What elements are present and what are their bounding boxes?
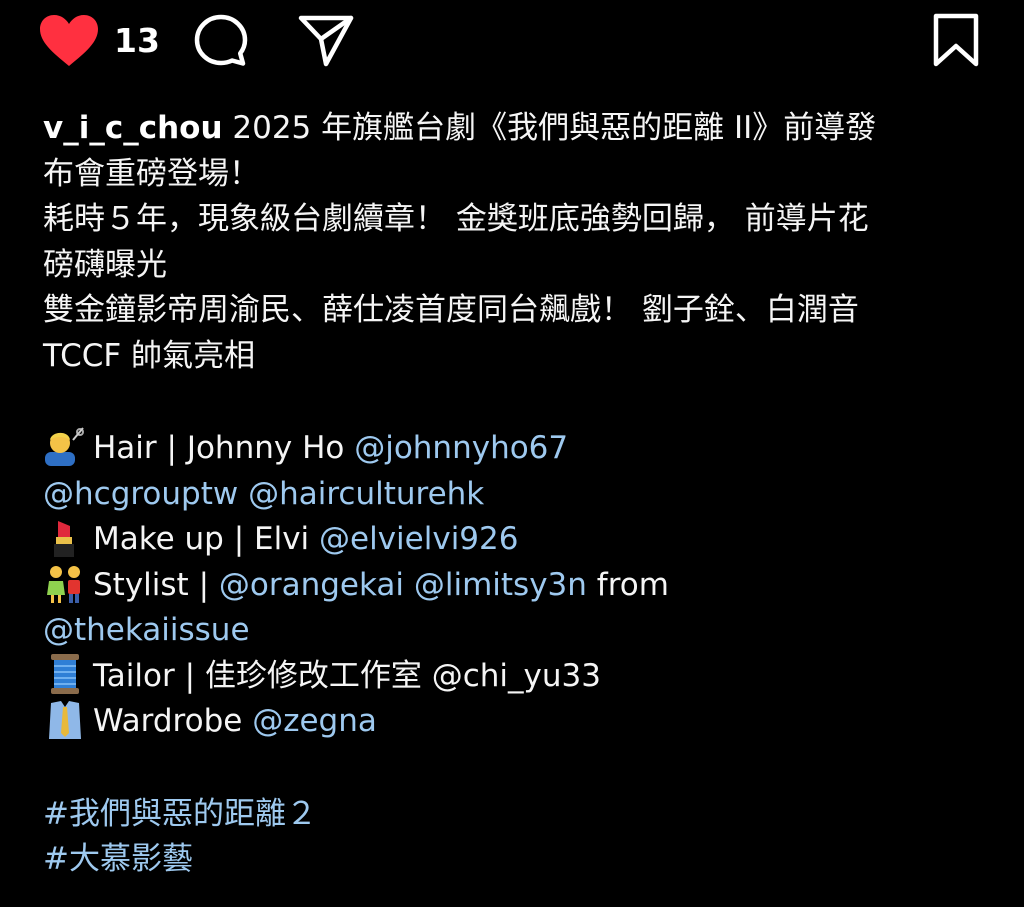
bookmark-icon[interactable] — [928, 10, 984, 70]
lipstick-emoji-icon — [54, 521, 74, 557]
credit-hair: Hair | Johnny Ho @johnnyho67 — [43, 426, 983, 472]
mention-link[interactable]: @limitsy3n — [414, 567, 587, 603]
mention-link[interactable]: @hcgrouptw — [43, 476, 238, 512]
username-link[interactable]: v_i_c_chou — [43, 110, 223, 146]
shirt-tie-emoji-icon — [49, 701, 81, 739]
mention-link[interactable]: @hairculturehk — [248, 476, 484, 512]
thread-spool-emoji-icon — [51, 653, 79, 694]
credit-hair-cont: @hcgrouptw @hairculturehk — [43, 472, 983, 518]
mention-link[interactable]: @thekaiissue — [43, 612, 250, 648]
caption-line: 磅礴曝光 — [43, 246, 167, 283]
credit-text: from — [586, 566, 669, 603]
caption-line: 雙金鐘影帝周渝民、薛仕凌首度同台飆戲！ 劉子銓、白潤音 — [43, 292, 859, 328]
credit-tailor: Tailor | 佳珍修改工作室 @chi_yu33 — [43, 653, 983, 700]
hashtag-link[interactable]: #大慕影藝 — [43, 837, 983, 883]
mention-link[interactable]: @johnnyho67 — [354, 430, 568, 466]
caption-line: 耗時５年，現象級台劇續章！ 金獎班底強勢回歸， 前導片花 — [43, 201, 869, 237]
share-icon[interactable] — [296, 12, 356, 68]
caption-line: v_i_c_chou 2025 年旗艦台劇《我們與惡的距離 II》前導發 — [43, 106, 983, 152]
credit-text: Make up | Elvi — [93, 521, 320, 557]
credit-stylist: Stylist | @orangekai @limitsy3n from — [43, 563, 983, 609]
haircut-emoji-icon — [45, 427, 84, 466]
credit-stylist-cont: @thekaiissue — [43, 608, 983, 654]
couple-emoji-icon — [47, 565, 80, 603]
credit-text: Tailor | 佳珍修改工作室 @chi_yu33 — [93, 657, 601, 694]
like-count[interactable]: 13 — [114, 22, 160, 60]
credit-wardrobe: Wardrobe @zegna — [43, 699, 983, 745]
post-actions-bar: 13 — [0, 0, 1024, 90]
comment-icon[interactable] — [192, 12, 250, 70]
credit-text: Stylist | — [93, 566, 219, 603]
caption-line: 布會重磅登場！ — [43, 155, 260, 192]
mention-link[interactable]: @zegna — [252, 703, 377, 739]
caption-line: TCCF 帥氣亮相 — [43, 337, 256, 374]
credit-text: Hair | Johnny Ho — [93, 430, 355, 466]
mention-link[interactable]: @orangekai — [219, 567, 404, 603]
mention-link[interactable]: @elvielvi926 — [319, 521, 518, 557]
post-caption: v_i_c_chou 2025 年旗艦台劇《我們與惡的距離 II》前導發 布會重… — [43, 106, 983, 883]
heart-icon[interactable] — [38, 14, 100, 68]
caption-text: 2025 年旗艦台劇《我們與惡的距離 II》前導發 — [222, 110, 877, 146]
hashtag-link[interactable]: #我們與惡的距離２ — [43, 792, 983, 838]
credit-text: Wardrobe — [93, 703, 253, 739]
credit-makeup: Make up | Elvi @elvielvi926 — [43, 517, 983, 563]
